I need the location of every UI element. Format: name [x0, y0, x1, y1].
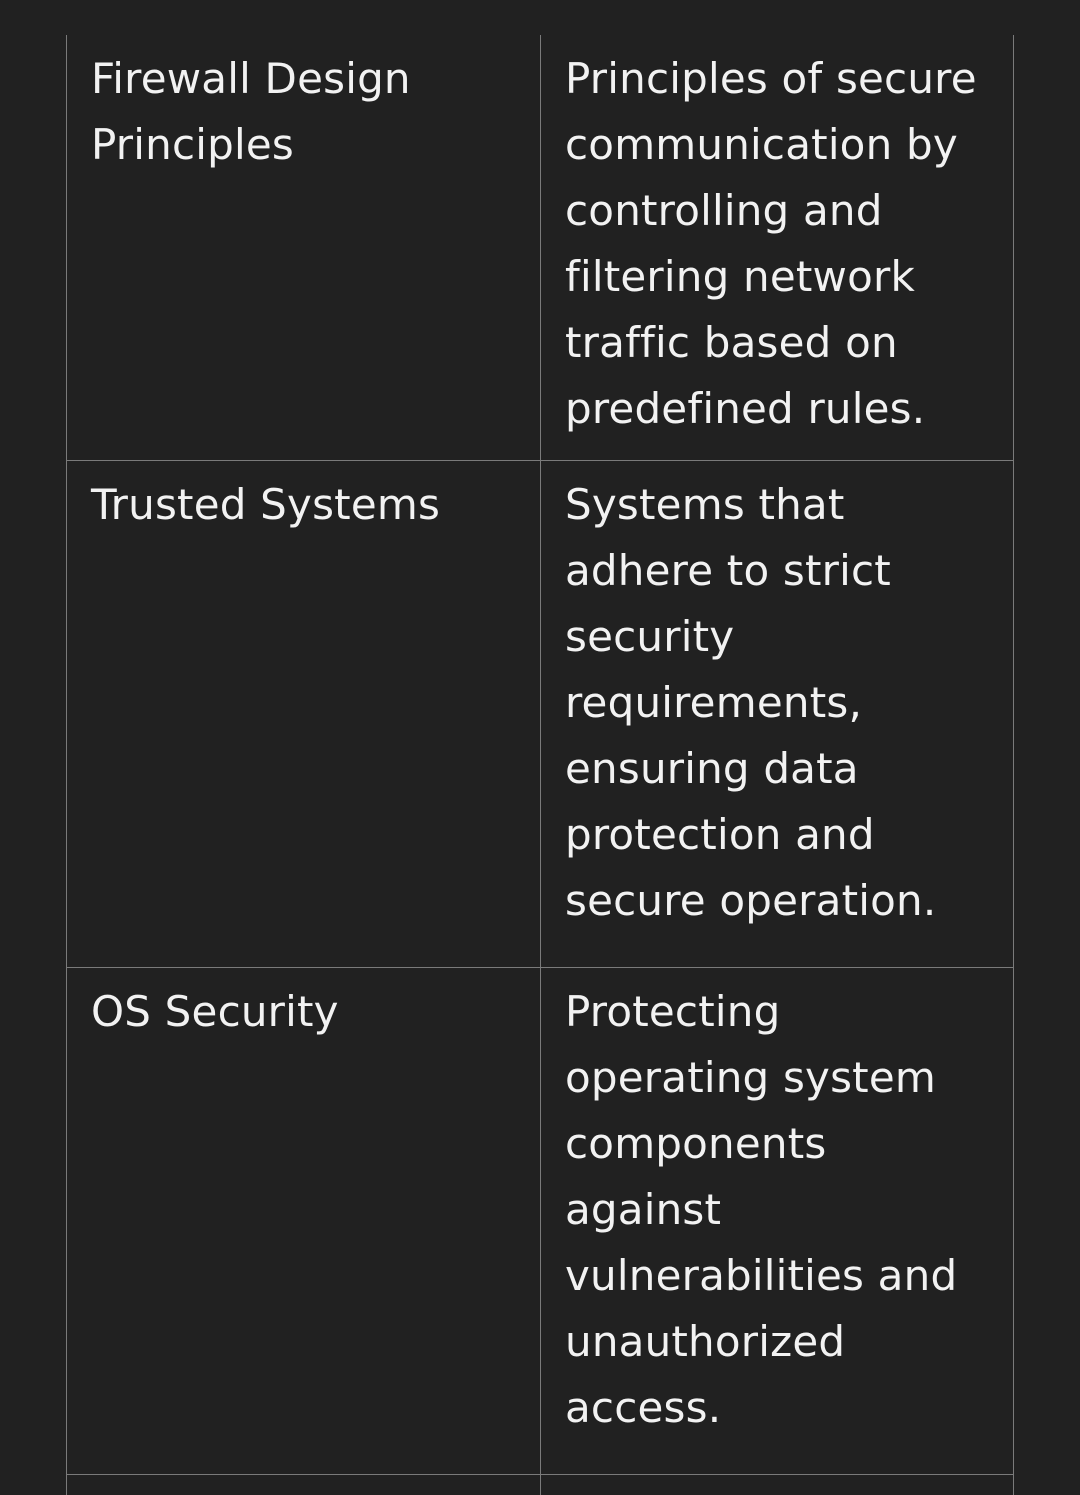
description-cell: Principles of secure communication by co… — [565, 54, 977, 433]
table-row: Trusted Systems Systems that adhere to s… — [67, 461, 1013, 968]
term-cell: Firewall Design Principles — [67, 35, 541, 460]
description-cell: Protecting operating system components a… — [565, 987, 958, 1432]
table-row-partial — [67, 1475, 1013, 1495]
table-row: Firewall Design Principles Principles of… — [67, 35, 1013, 461]
term-cell: Trusted Systems — [67, 461, 541, 967]
description-cell — [541, 1475, 1013, 1495]
description-cell: Systems that adhere to strict security r… — [565, 480, 937, 925]
table-row: OS Security Protecting operating system … — [67, 968, 1013, 1475]
term-cell: OS Security — [67, 968, 541, 1474]
term-cell — [67, 1475, 541, 1495]
security-concepts-table: Firewall Design Principles Principles of… — [66, 35, 1014, 1495]
